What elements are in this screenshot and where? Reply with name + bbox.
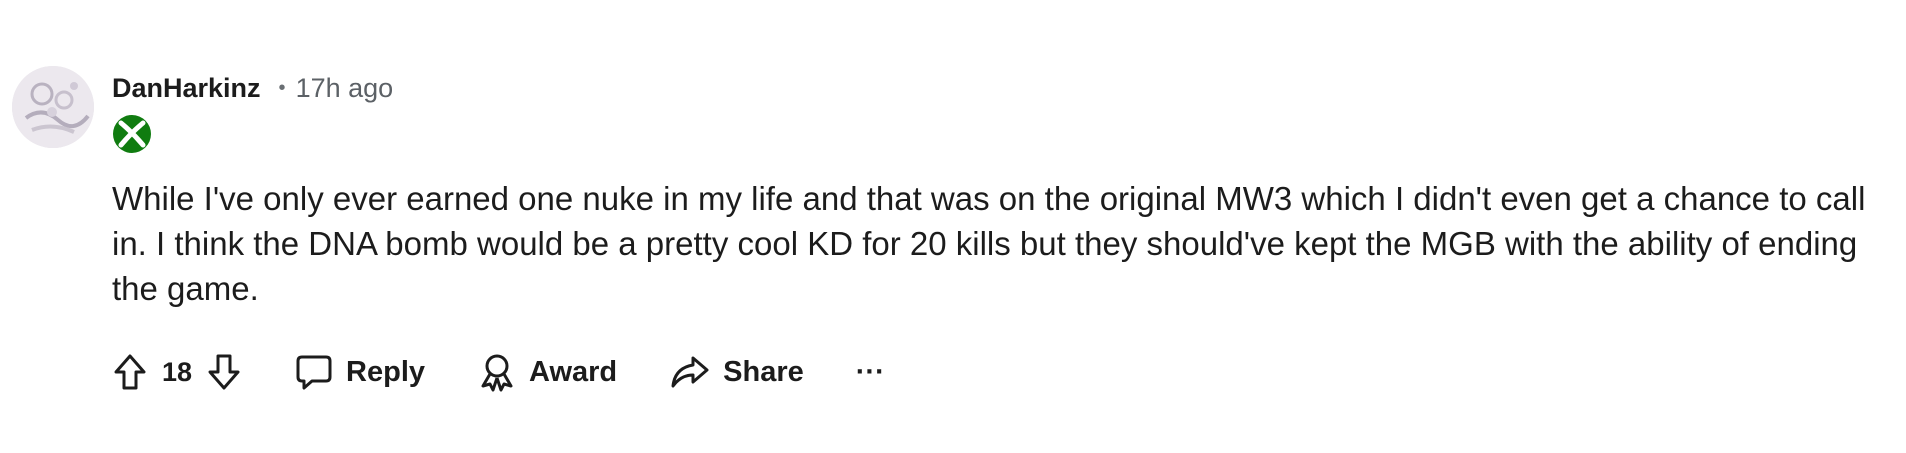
award-ribbon-icon [477,352,517,392]
share-arrow-icon [669,354,711,390]
award-button[interactable]: Award [477,352,617,392]
xbox-icon [112,114,152,154]
share-label: Share [723,355,804,388]
avatar[interactable] [12,66,94,148]
share-button[interactable]: Share [669,354,804,390]
reply-label: Reply [346,355,426,388]
reply-button[interactable]: Reply [294,353,425,391]
vote-count: 18 [162,356,193,387]
timestamp[interactable]: 17h ago [296,73,394,104]
comment-header: DanHarkinz • 17h ago [112,70,393,106]
avatar-image [12,66,94,148]
comment-actions: 18 Reply Award Share ··· [112,348,885,396]
username[interactable]: DanHarkinz [112,73,261,104]
arrow-down-icon[interactable] [206,352,242,392]
more-options-button[interactable]: ··· [856,356,885,389]
arrow-up-icon[interactable] [112,352,148,392]
award-label: Award [529,355,618,388]
more-options-icon: ··· [855,355,885,388]
speech-bubble-icon [294,353,334,391]
comment-body: While I've only ever earned one nuke in … [112,180,1866,307]
meta-separator: • [278,76,286,99]
